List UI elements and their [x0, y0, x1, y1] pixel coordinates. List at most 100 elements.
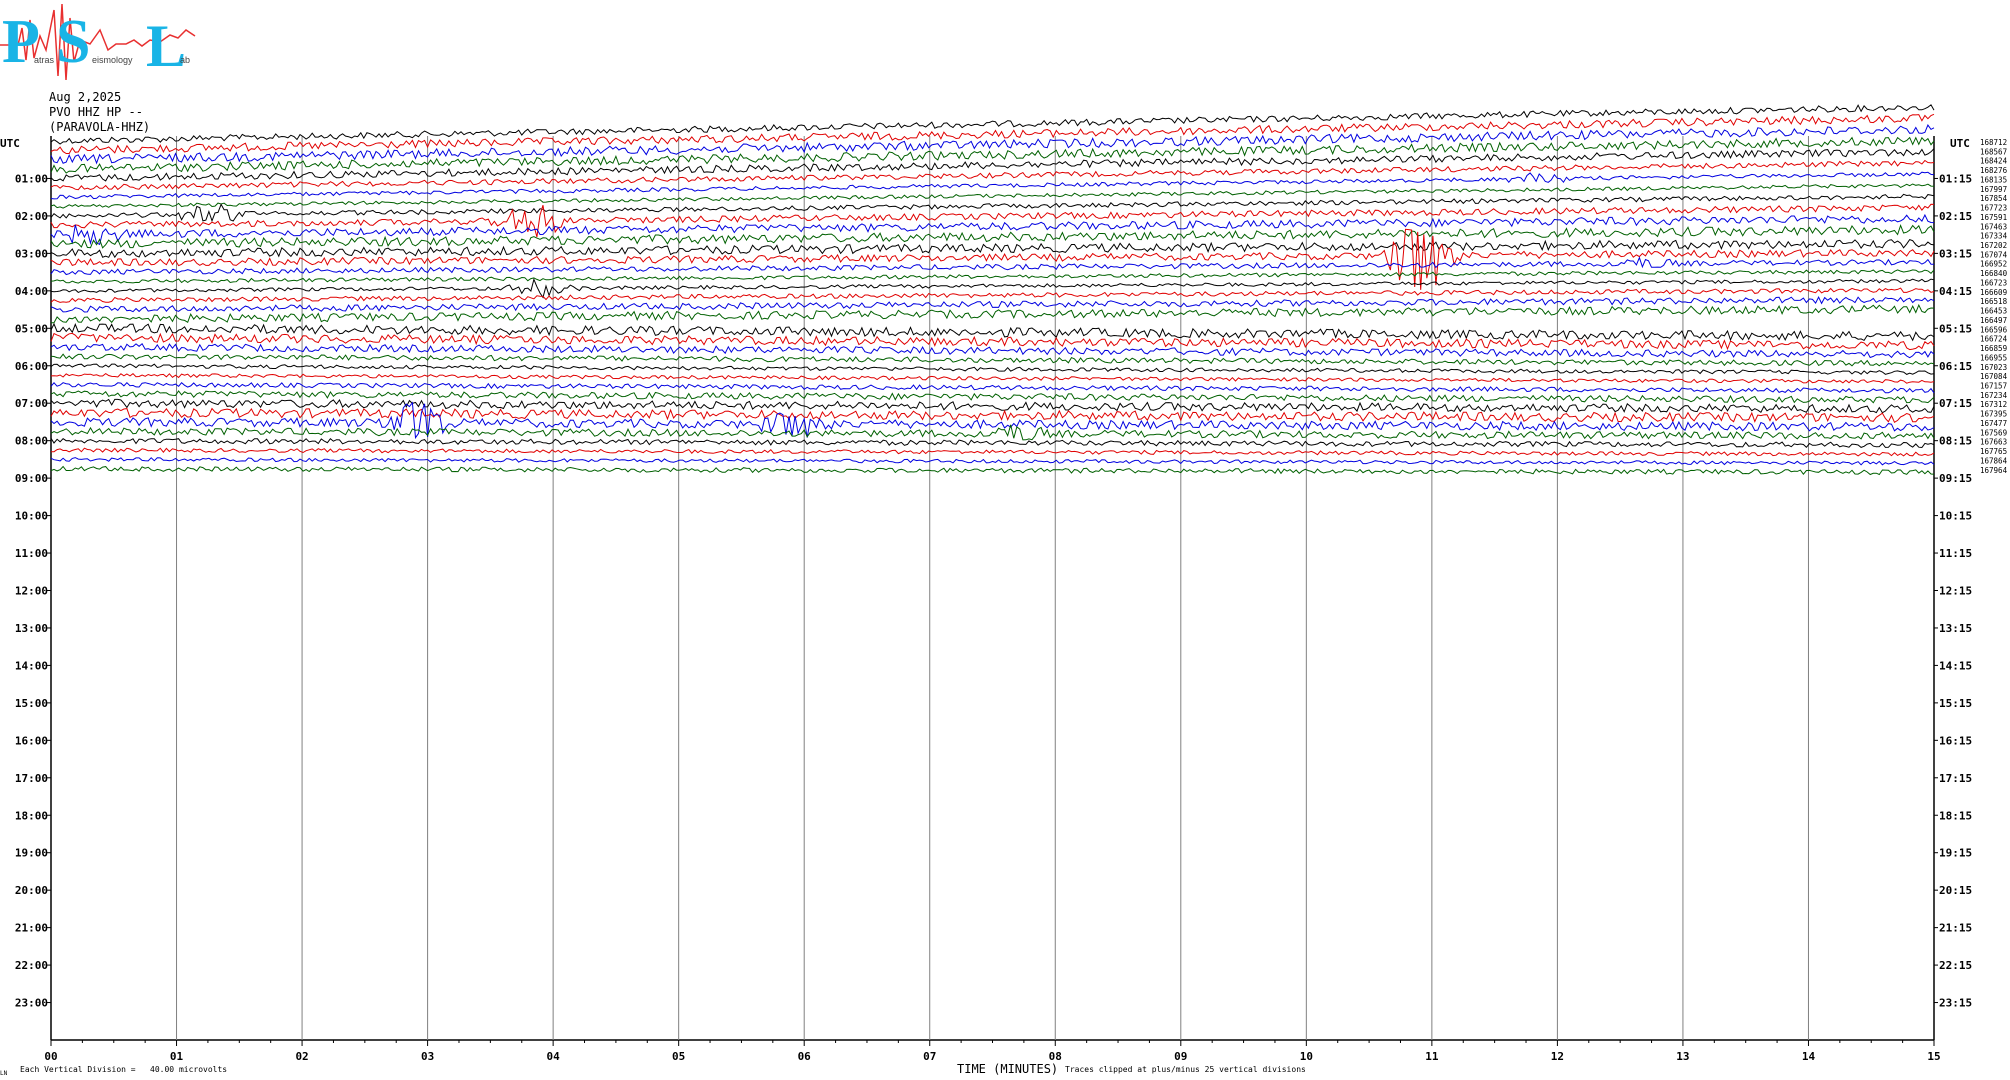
- right-hour-label: 21:15: [1939, 922, 1972, 935]
- left-hour-label: 12:00: [15, 585, 48, 598]
- trace-value-label: 166497: [1980, 316, 2007, 325]
- right-hour-label: 01:15: [1939, 172, 1972, 185]
- trace-value-label: 167964: [1980, 466, 2008, 475]
- left-axis-title: UTC: [0, 137, 20, 150]
- x-tick-label: 07: [923, 1050, 936, 1063]
- right-hour-label: 15:15: [1939, 697, 1972, 710]
- x-tick-label: 06: [798, 1050, 812, 1063]
- right-hour-label: 09:15: [1939, 472, 1972, 485]
- trace-value-label: 167312: [1980, 400, 2007, 409]
- left-hour-label: 21:00: [15, 922, 48, 935]
- trace-value-label: 168567: [1980, 147, 2007, 156]
- x-tick-label: 10: [1300, 1050, 1313, 1063]
- right-hour-label: 05:15: [1939, 322, 1972, 335]
- right-hour-label: 16:15: [1939, 734, 1972, 747]
- x-tick-label: 03: [421, 1050, 434, 1063]
- left-hour-label: 02:00: [15, 210, 48, 223]
- trace-value-label: 167157: [1980, 381, 2007, 390]
- trace-value-label: 168135: [1980, 175, 2007, 184]
- x-axis-label: TIME (MINUTES): [957, 1062, 1059, 1076]
- x-tick-label: 05: [672, 1050, 685, 1063]
- trace-value-label: 167395: [1980, 410, 2007, 419]
- x-tick-label: 01: [170, 1050, 184, 1063]
- seismic-trace: [50, 372, 1935, 384]
- trace-value-label: 166724: [1980, 335, 2008, 344]
- x-tick-label: 04: [547, 1050, 561, 1063]
- seismic-trace: [50, 457, 1935, 466]
- right-hour-label: 13:15: [1939, 622, 1972, 635]
- trace-value-label: 168712: [1980, 138, 2007, 147]
- seismic-trace: [50, 390, 1935, 404]
- right-axis-title: UTC: [1950, 137, 1970, 150]
- left-hour-label: 07:00: [15, 397, 48, 410]
- footer-corner-mark: LN: [0, 1070, 8, 1077]
- x-tick-label: 13: [1676, 1050, 1689, 1063]
- left-hour-label: 09:00: [15, 472, 48, 485]
- seismic-trace: [50, 353, 1935, 367]
- left-hour-label: 01:00: [15, 172, 48, 185]
- x-tick-label: 15: [1927, 1050, 1940, 1063]
- grid-layer: [47, 136, 1938, 1046]
- trace-value-label: 166518: [1980, 297, 2008, 306]
- x-tick-label: 00: [44, 1050, 57, 1063]
- seismic-trace: [50, 381, 1935, 394]
- right-hour-label: 22:15: [1939, 959, 1972, 972]
- x-tick-label: 02: [295, 1050, 308, 1063]
- right-hour-label: 07:15: [1939, 397, 1972, 410]
- x-tick-label: 11: [1425, 1050, 1439, 1063]
- trace-value-label: 167334: [1980, 232, 2008, 241]
- seismic-trace: [50, 465, 1935, 476]
- right-hour-label: 06:15: [1939, 360, 1972, 373]
- seismic-trace: [50, 104, 1935, 145]
- right-hour-label: 14:15: [1939, 659, 1972, 672]
- seismic-trace: [50, 203, 1935, 238]
- trace-value-label: 168276: [1980, 166, 2008, 175]
- trace-value-label: 167234: [1980, 391, 2008, 400]
- trace-value-label: 166723: [1980, 278, 2007, 287]
- trace-value-label: 167765: [1980, 447, 2007, 456]
- seismic-trace: [50, 398, 1935, 414]
- right-hour-label: 04:15: [1939, 285, 1972, 298]
- helicorder-plot: 00 01 02 03 04 05 06 07 08 09 10 11 12 13 14 15UTC UTC01…: [0, 104, 2008, 1063]
- trace-value-label: 166453: [1980, 307, 2007, 316]
- x-tick-label: 09: [1174, 1050, 1187, 1063]
- left-hour-label: 14:00: [15, 659, 48, 672]
- trace-value-label: 166955: [1980, 353, 2007, 362]
- right-hour-label: 10:15: [1939, 510, 1972, 523]
- left-hour-label: 04:00: [15, 285, 48, 298]
- seismic-trace: [50, 213, 1935, 246]
- trace-value-label: 167864: [1980, 456, 2008, 465]
- trace-value-label: 167854: [1980, 194, 2008, 203]
- right-hour-label: 11:15: [1939, 547, 1972, 560]
- trace-value-label: 167463: [1980, 222, 2007, 231]
- left-hour-label: 10:00: [15, 510, 48, 523]
- seismic-trace: [50, 224, 1935, 249]
- left-hour-label: 18:00: [15, 809, 48, 822]
- trace-value-label: 166609: [1980, 288, 2007, 297]
- trace-value-label: 167663: [1980, 438, 2007, 447]
- right-hour-label: 19:15: [1939, 847, 1972, 860]
- right-hour-label: 08:15: [1939, 435, 1972, 448]
- trace-value-label: 166859: [1980, 344, 2007, 353]
- left-hour-label: 08:00: [15, 435, 48, 448]
- trace-value-label: 167084: [1980, 372, 2008, 381]
- left-hour-label: 15:00: [15, 697, 48, 710]
- left-hour-label: 05:00: [15, 322, 48, 335]
- left-hour-label: 19:00: [15, 847, 48, 860]
- left-hour-label: 03:00: [15, 247, 48, 260]
- seismic-trace: [51, 447, 1935, 457]
- trace-layer: [50, 104, 1935, 476]
- trace-value-label: 166840: [1980, 269, 2008, 278]
- trace-value-label: 166596: [1980, 325, 2008, 334]
- left-hour-label: 20:00: [15, 884, 48, 897]
- left-hour-label: 16:00: [15, 734, 48, 747]
- trace-value-label: 167023: [1980, 363, 2007, 372]
- seismic-trace: [50, 322, 1935, 342]
- right-hour-label: 12:15: [1939, 585, 1972, 598]
- label-layer: 00 01 02 03 04 05 06 07 08 09 10 11 12 13 14 15UTC UTC01…: [0, 137, 2008, 1063]
- trace-value-label: 167591: [1980, 213, 2007, 222]
- left-hour-label: 23:00: [15, 997, 48, 1010]
- trace-value-label: 167477: [1980, 419, 2007, 428]
- right-hour-label: 03:15: [1939, 247, 1972, 260]
- left-hour-label: 11:00: [15, 547, 48, 560]
